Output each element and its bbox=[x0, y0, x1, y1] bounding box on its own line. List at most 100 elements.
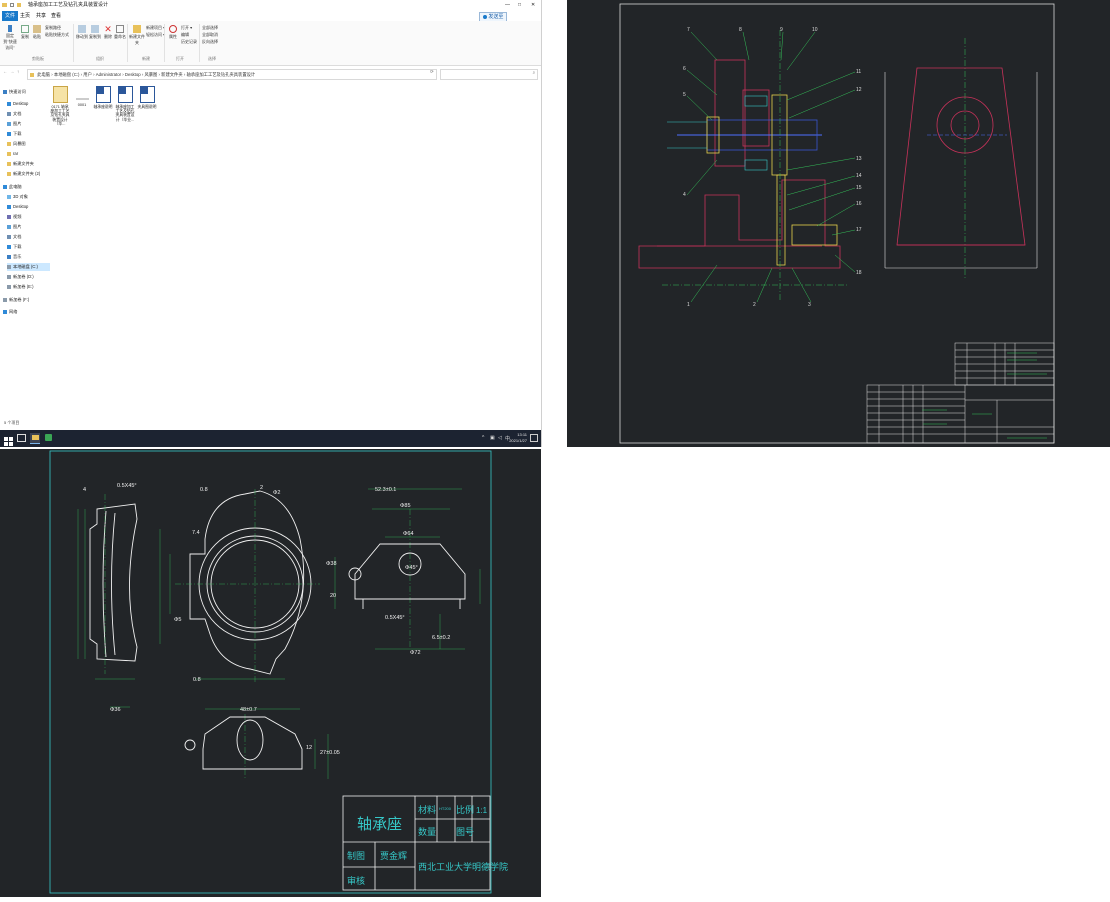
volume-icon[interactable]: ◁ bbox=[498, 435, 502, 441]
properties-button[interactable]: 属性 bbox=[166, 25, 180, 40]
refresh-icon[interactable]: ⟳ bbox=[430, 69, 434, 75]
nav-network[interactable]: 网络 bbox=[3, 308, 46, 316]
file-item[interactable]: 轴承座说明 bbox=[93, 86, 113, 109]
paste-button[interactable]: 粘贴 bbox=[30, 25, 44, 40]
file-item[interactable]: 轴承座加工工艺及钻孔夹具装置设计（毕业... bbox=[115, 86, 135, 122]
section-view bbox=[89, 503, 138, 662]
new-item-button[interactable]: 新建项目 ▾ bbox=[146, 25, 165, 31]
tab-home[interactable]: 主页 bbox=[17, 11, 33, 21]
open-label: 打开 bbox=[181, 25, 189, 30]
open-button[interactable]: 打开 ▾ bbox=[181, 25, 192, 31]
select-all-button[interactable]: 全部选择 bbox=[202, 25, 218, 31]
file-item[interactable]: 0171 轴承座加工工艺及钻孔夹具装置设计（毕... bbox=[50, 86, 70, 126]
nav-pictures[interactable]: 图片 bbox=[7, 120, 50, 128]
nav-3d-objects[interactable]: 3D 对象 bbox=[7, 193, 50, 201]
network-tray-icon[interactable]: ▣ bbox=[490, 435, 495, 441]
checked-label: 审核 bbox=[347, 875, 365, 886]
nav-videos[interactable]: 视频 bbox=[7, 213, 50, 221]
desktop-icon bbox=[7, 101, 11, 106]
breadcrumb-c-drive[interactable]: 本地磁盘 (C:) bbox=[54, 72, 80, 77]
clock[interactable]: 13:11 2021/1/27 bbox=[509, 432, 527, 444]
task-view-button[interactable] bbox=[17, 433, 27, 443]
dim-74: 7.4 bbox=[192, 530, 200, 536]
search-input[interactable]: ⌕ bbox=[440, 69, 538, 80]
nav-fengbaotu[interactable]: 风暴图 bbox=[7, 140, 50, 148]
breadcrumb-users[interactable]: 用户 bbox=[83, 72, 92, 77]
easy-access-button[interactable]: 轻松访问 ▾ bbox=[146, 32, 165, 38]
nav-e-drive[interactable]: 新加卷 (E:) bbox=[7, 283, 50, 291]
up-button[interactable]: ↑ bbox=[17, 69, 19, 74]
ribbon: 固定到"快速访问" 复制 粘贴 复制路径 粘贴快捷方式 剪贴板 移动到 复制到 … bbox=[0, 21, 541, 66]
file-item[interactable]: 0001 bbox=[72, 86, 92, 107]
nav-label: 3D 对象 bbox=[13, 194, 28, 199]
invert-selection-label: 反向选择 bbox=[202, 39, 218, 44]
history-button[interactable]: 历史记录 bbox=[181, 39, 197, 45]
select-none-button[interactable]: 全部取消 bbox=[202, 32, 218, 38]
ribbon-separator bbox=[164, 24, 165, 62]
notification-icon[interactable] bbox=[530, 434, 538, 442]
rename-button[interactable]: 重命名 bbox=[113, 25, 127, 40]
nav-desktop[interactable]: Desktop bbox=[7, 100, 50, 108]
address-input[interactable]: 此电脑 › 本地磁盘 (C:) › 用户 › Administrator › D… bbox=[27, 69, 437, 80]
invert-selection-button[interactable]: 反向选择 bbox=[202, 39, 218, 45]
drawn-label: 制图 bbox=[347, 850, 365, 861]
nav-f-drive[interactable]: 新加卷 (F:) bbox=[3, 296, 46, 304]
nav-pc-documents[interactable]: 文档 bbox=[7, 233, 50, 241]
tray-up-icon[interactable]: ^ bbox=[482, 435, 484, 441]
dim-12: 12 bbox=[306, 745, 312, 751]
nav-label: 新建文件夹 (2) bbox=[13, 171, 41, 176]
file-item[interactable]: 夹具图说明 bbox=[137, 86, 157, 109]
nav-label: 图片 bbox=[13, 224, 22, 229]
folder-icon bbox=[7, 141, 11, 146]
back-button[interactable]: ← bbox=[3, 69, 7, 74]
copy-path-button[interactable]: 复制路径 bbox=[45, 25, 61, 31]
breadcrumb-fengbaotu[interactable]: 风暴图 bbox=[144, 72, 157, 77]
breadcrumb-this-pc[interactable]: 此电脑 bbox=[37, 72, 50, 77]
pin-quick-access-button[interactable]: 固定到"快速访问" bbox=[2, 25, 18, 51]
minimize-button[interactable]: — bbox=[505, 0, 510, 11]
breadcrumb-new-folder[interactable]: 新建文件夹 bbox=[161, 72, 182, 77]
nav-new-folder[interactable]: 新建文件夹 bbox=[7, 160, 50, 168]
nav-music[interactable]: 音乐 bbox=[7, 253, 50, 261]
nav-pc-pictures[interactable]: 图片 bbox=[7, 223, 50, 231]
tab-view[interactable]: 查看 bbox=[48, 11, 64, 21]
nav-documents[interactable]: 文档 bbox=[7, 110, 50, 118]
nav-c-drive[interactable]: 本地磁盘 (C:) bbox=[7, 263, 50, 271]
breadcrumb-desktop[interactable]: Desktop bbox=[125, 72, 141, 77]
taskbar-explorer[interactable] bbox=[30, 433, 40, 444]
breadcrumb-administrator[interactable]: Administrator bbox=[96, 72, 121, 77]
move-to-icon bbox=[78, 25, 86, 33]
taskbar-app[interactable] bbox=[43, 433, 53, 443]
word-icon bbox=[95, 86, 111, 103]
dim-08b: 0.8 bbox=[193, 677, 201, 683]
copy-icon bbox=[21, 25, 29, 33]
dim-20: 20 bbox=[330, 593, 336, 599]
nav-label: 音乐 bbox=[13, 254, 22, 259]
tab-file[interactable]: 文件 bbox=[2, 11, 19, 21]
forward-button[interactable]: → bbox=[10, 69, 14, 74]
start-button[interactable] bbox=[4, 433, 14, 446]
properties-quick-icon[interactable] bbox=[10, 3, 14, 7]
tab-share[interactable]: 共享 bbox=[33, 11, 49, 21]
copy-to-button[interactable]: 复制到 bbox=[88, 25, 102, 40]
move-to-button[interactable]: 移动到 bbox=[75, 25, 89, 40]
maximize-button[interactable]: □ bbox=[518, 0, 521, 11]
edit-button[interactable]: 编辑 bbox=[181, 32, 189, 38]
breadcrumb-current-folder[interactable]: 轴承座加工工艺及钻孔夹具装置设计 bbox=[186, 72, 255, 77]
nav-this-pc[interactable]: 此电脑 bbox=[3, 183, 46, 191]
paste-shortcut-button[interactable]: 粘贴快捷方式 bbox=[45, 32, 69, 38]
nav-pc-downloads[interactable]: 下载 bbox=[7, 243, 50, 251]
status-bar: 5 个项目 bbox=[4, 420, 20, 425]
center-lines bbox=[662, 30, 966, 300]
dim-523: 52.3±0.1 bbox=[375, 487, 396, 493]
nav-d-drive[interactable]: 新加卷 (D:) bbox=[7, 273, 50, 281]
dim-72: Φ72 bbox=[410, 650, 421, 656]
nav-quick-access[interactable]: 快速访问 bbox=[3, 88, 46, 96]
nav-pc-desktop[interactable]: Desktop bbox=[7, 203, 50, 211]
nav-downloads[interactable]: 下载 bbox=[7, 130, 50, 138]
close-button[interactable]: ✕ bbox=[531, 0, 535, 11]
nav-rar[interactable]: rar bbox=[7, 150, 50, 158]
new-folder-button[interactable]: 新建文件夹 bbox=[129, 25, 145, 46]
nav-new-folder-2[interactable]: 新建文件夹 (2) bbox=[7, 170, 50, 178]
new-folder-quick-icon[interactable] bbox=[17, 3, 21, 7]
